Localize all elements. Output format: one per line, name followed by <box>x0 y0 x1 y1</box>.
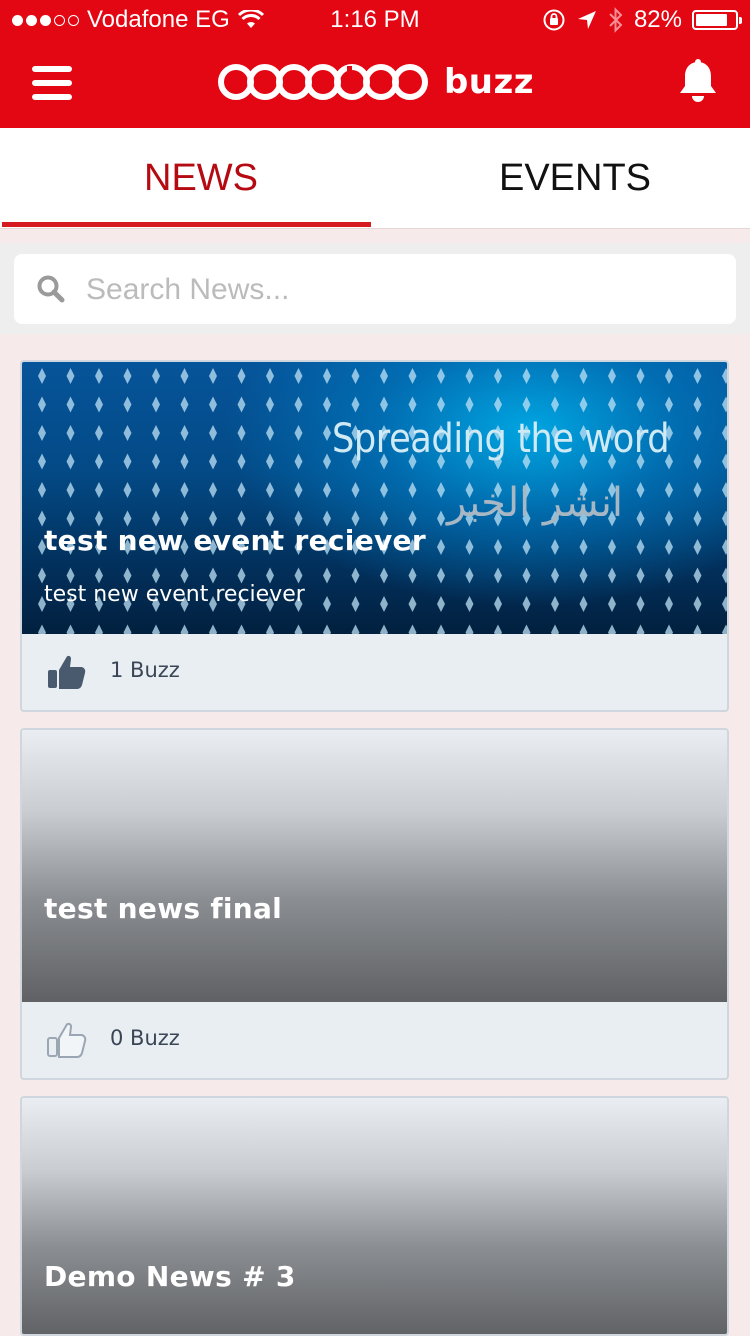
news-card-title: test news final <box>44 892 283 925</box>
news-card-footer: 0 Buzz <box>22 1002 727 1078</box>
notification-bell-icon[interactable] <box>676 58 720 104</box>
location-arrow-icon <box>577 11 596 29</box>
buzz-count: 0 Buzz <box>110 1026 180 1050</box>
tab-events[interactable]: EVENTS <box>390 128 750 228</box>
status-right-group: 82% <box>542 0 742 40</box>
thumbs-up-outline-icon[interactable] <box>46 1020 88 1060</box>
banner-headline-en: Spreading the word <box>332 416 670 462</box>
active-tab-indicator <box>2 222 371 227</box>
news-card-image[interactable]: test news final <box>22 730 727 1002</box>
tab-news[interactable]: NEWS <box>16 128 386 228</box>
news-card-footer: 1 Buzz <box>22 634 727 710</box>
ooredoo-buzz-logo: buzz <box>0 62 750 102</box>
news-card-subtitle: test new event reciever <box>44 582 305 607</box>
news-card-title: test new event reciever <box>44 524 426 557</box>
search-icon <box>37 275 65 303</box>
search-box <box>14 254 736 324</box>
tab-bar: NEWS EVENTS <box>0 128 750 229</box>
search-input[interactable] <box>84 264 708 316</box>
app-header: Vodafone EG 1:16 PM 82% buzz <box>0 0 750 128</box>
status-bar: Vodafone EG 1:16 PM 82% <box>0 0 750 40</box>
news-card: Spreading the word انشر الخبر test new e… <box>20 360 729 712</box>
battery-icon <box>692 10 742 30</box>
buzz-count: 1 Buzz <box>110 658 180 682</box>
battery-percent: 82% <box>633 6 682 33</box>
search-bar-container <box>0 243 750 334</box>
bluetooth-icon <box>609 7 623 33</box>
buzz-logo-text: buzz <box>443 62 535 102</box>
news-card-image[interactable]: Spreading the word انشر الخبر test new e… <box>22 362 727 634</box>
news-card-title: Demo News # 3 <box>44 1260 296 1293</box>
ooredoo-logo-wordmark <box>217 64 428 100</box>
thumbs-up-filled-icon[interactable] <box>46 652 88 692</box>
banner-headline-ar: انشر الخبر <box>447 480 623 526</box>
app-bar: buzz <box>0 40 750 128</box>
news-card-image[interactable]: Demo News # 3 <box>22 1098 727 1334</box>
news-card: test news final 0 Buzz <box>20 728 729 1080</box>
rotation-lock-icon <box>543 9 565 31</box>
news-card: Demo News # 3 <box>20 1096 729 1336</box>
